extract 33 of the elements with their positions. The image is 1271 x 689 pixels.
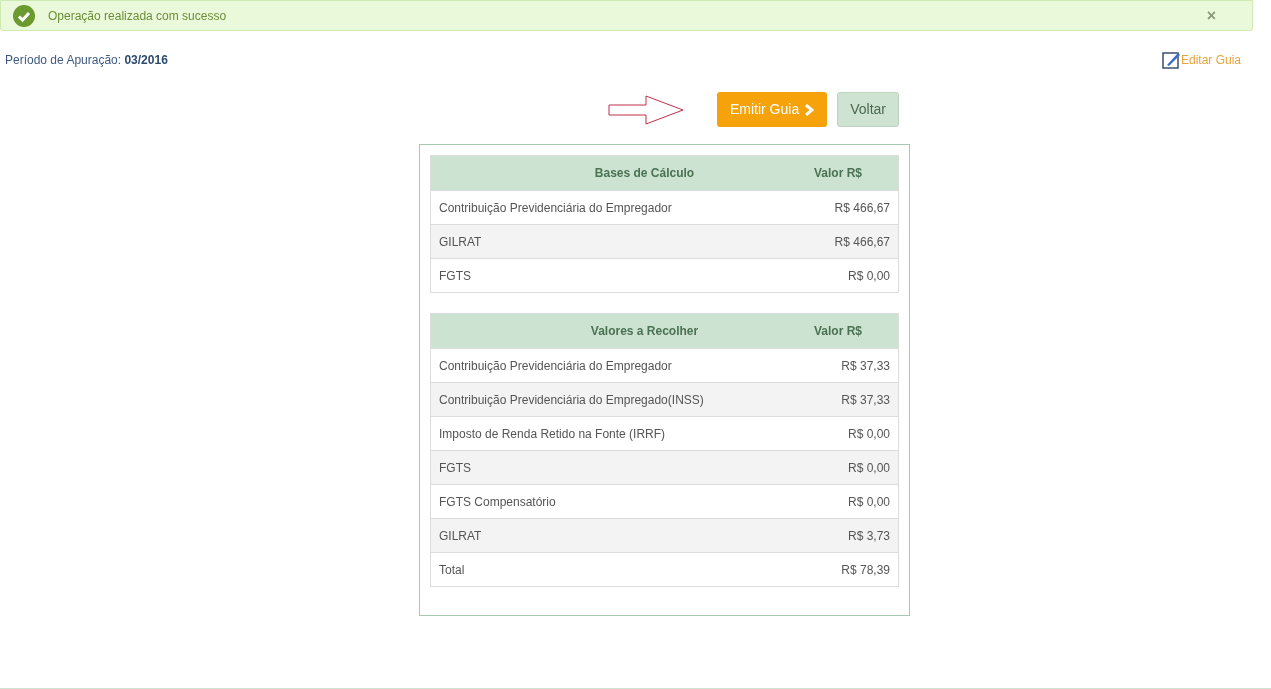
table-cell-text: R$ 466,67 — [834, 199, 890, 217]
table-cell-text: Contribuição Previdenciária do Empregado(INSS) — [439, 391, 705, 409]
column-header: Valor R$ — [813, 165, 863, 182]
table-cell-text: R$ 37,33 — [841, 391, 890, 409]
column-header: Bases de Cálculo — [593, 165, 696, 182]
table-cell-text: FGTS Compensatório — [439, 493, 557, 511]
column-header: Valor R$ — [813, 323, 863, 340]
table-cell-text: Contribuição Previdenciária do Empregador — [439, 357, 673, 375]
table-cell-text: R$ 78,39 — [841, 561, 890, 579]
close-button[interactable]: × — [1206, 3, 1216, 28]
back-button[interactable]: Voltar — [837, 92, 899, 127]
table-cell-text: GILRAT — [439, 527, 483, 545]
table-cell-text: Contribuição Previdenciária do Empregador — [439, 199, 673, 217]
chevron-right-icon — [804, 103, 815, 116]
alert-message: Operação realizada com sucesso — [48, 7, 227, 25]
table-cell-text: R$ 0,00 — [847, 459, 890, 477]
table-cell-text: R$ 3,73 — [847, 527, 890, 545]
table-cell-text: R$ 0,00 — [847, 425, 890, 443]
table-cell-text: R$ 0,00 — [847, 267, 890, 285]
table-cell-text: GILRAT — [439, 233, 483, 251]
emit-button[interactable]: Emitir Guia — [716, 92, 828, 127]
column-header: Valores a Recolher — [589, 323, 700, 340]
table-cell-text: FGTS — [439, 459, 472, 477]
table-cell-text: R$ 466,67 — [834, 233, 890, 251]
table-cell-text: Imposto de Renda Retido na Fonte (IRRF) — [439, 425, 667, 443]
table-cell-text: Total — [439, 561, 466, 579]
period-label: Período de Apuração: 03/2016 — [5, 52, 168, 69]
check-circle-icon — [13, 4, 35, 27]
table-cell-text: FGTS — [439, 267, 472, 285]
edit-link[interactable]: Editar Guia — [1180, 51, 1241, 69]
edit-icon[interactable] — [1161, 51, 1181, 69]
table-cell-text: R$ 37,33 — [841, 357, 890, 375]
table-cell-text: R$ 0,00 — [847, 493, 890, 511]
